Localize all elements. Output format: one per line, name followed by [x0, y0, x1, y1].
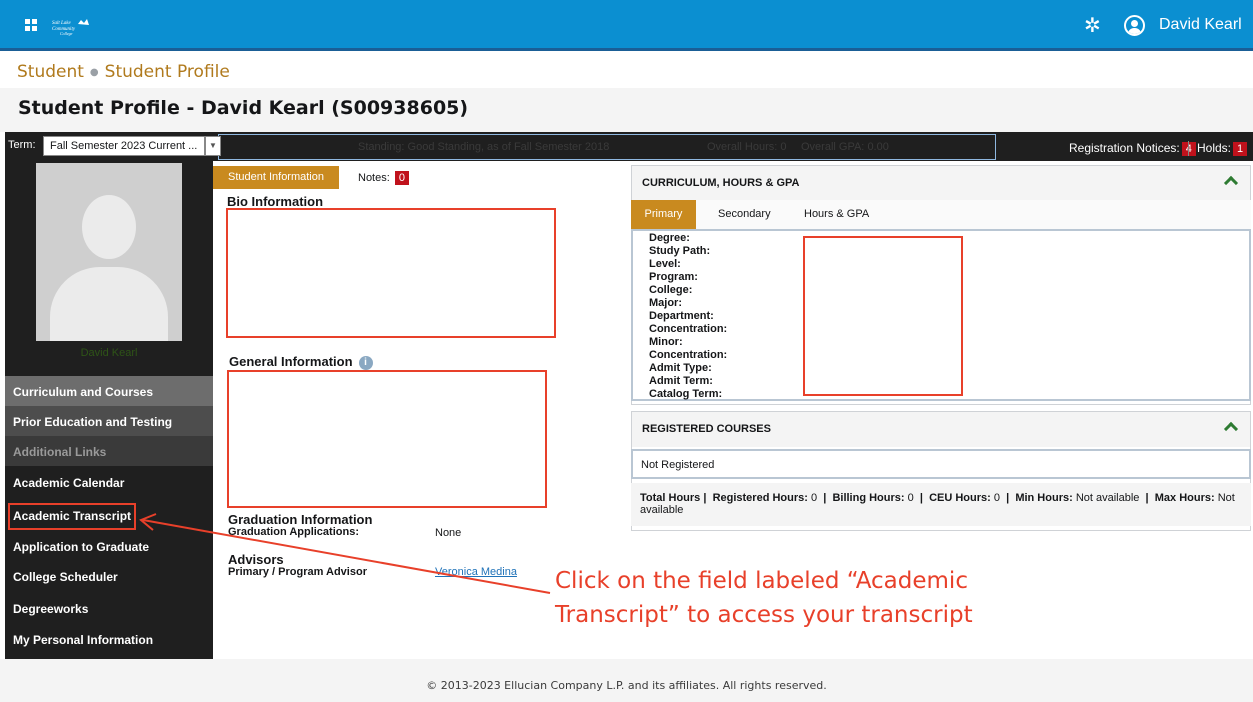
svg-text:College: College: [60, 31, 73, 36]
overall-gpa-label: Overall GPA:: [801, 141, 865, 153]
graduation-applications-value: None: [435, 527, 462, 539]
sidebar-item-additional-links: Additional Links: [5, 436, 213, 466]
svg-text:Salt Lake: Salt Lake: [52, 21, 72, 26]
min-hours-label: Min Hours:: [1015, 492, 1073, 504]
annotation-callout: Click on the field labeled “Academic Tra…: [555, 564, 1075, 632]
annotation-highlight-box: [8, 503, 136, 530]
sidebar-item-academic-calendar[interactable]: Academic Calendar: [5, 467, 213, 497]
not-registered-text: Not Registered: [631, 449, 1251, 479]
min-hours-value: Not available: [1075, 492, 1140, 504]
avatar: [36, 163, 182, 341]
redaction-box-general: [227, 370, 547, 508]
sidebar-item-application-to-graduate[interactable]: Application to Graduate: [5, 531, 213, 561]
max-hours-label: Max Hours:: [1154, 492, 1215, 504]
user-name[interactable]: David Kearl: [1159, 16, 1242, 34]
ceu-hours-label: CEU Hours:: [929, 492, 991, 504]
billing-hours-label: Billing Hours:: [832, 492, 905, 504]
top-navigation-bar: [0, 0, 1253, 51]
field-program: Program:: [649, 271, 698, 283]
field-level: Level:: [649, 258, 681, 270]
general-information-label: General Information: [229, 354, 353, 369]
gear-icon[interactable]: ✲: [1084, 16, 1101, 36]
user-circle-icon[interactable]: [1124, 15, 1145, 36]
registration-notices[interactable]: Registration Notices: 4: [1069, 141, 1196, 156]
tab-notes[interactable]: Notes: 0: [358, 171, 409, 185]
breadcrumb-student[interactable]: Student: [17, 62, 84, 82]
general-information-heading: General Information i: [229, 354, 373, 370]
overall-hours-label: Overall Hours:: [707, 141, 778, 153]
bio-information-heading: Bio Information: [227, 194, 324, 209]
overall-hours-value: 0: [780, 141, 787, 153]
field-degree: Degree:: [649, 232, 690, 244]
sidebar-item-college-scheduler[interactable]: College Scheduler: [5, 561, 213, 591]
overall-hours: Overall Hours: 0: [707, 141, 786, 153]
registered-hours-label: Registered Hours:: [712, 492, 808, 504]
total-hours-label: Total Hours |: [640, 492, 707, 504]
notes-badge: 0: [394, 171, 409, 185]
registered-courses-header[interactable]: REGISTERED COURSES: [632, 412, 1250, 447]
tab-secondary[interactable]: Secondary: [718, 208, 771, 220]
breadcrumb-student-profile[interactable]: Student Profile: [105, 62, 230, 82]
registration-notices-label: Registration Notices:: [1069, 141, 1180, 155]
hours-summary: Total Hours | Registered Hours: 0 | Bill…: [640, 492, 1235, 516]
holds-badge: 1: [1233, 142, 1248, 156]
grid-menu-icon[interactable]: [25, 19, 37, 31]
info-icon[interactable]: i: [358, 355, 373, 370]
chevron-up-icon[interactable]: [1223, 421, 1239, 437]
overall-gpa-value: 0.00: [867, 141, 889, 153]
sidebar-item-degreeworks[interactable]: Degreeworks: [5, 593, 213, 623]
registered-hours-value: 0: [810, 492, 818, 504]
term-label: Term:: [8, 139, 36, 151]
field-concentration-2: Concentration:: [649, 349, 728, 361]
registered-courses-heading: REGISTERED COURSES: [642, 423, 771, 435]
graduation-applications-label: Graduation Applications:: [228, 526, 359, 538]
ceu-hours-value: 0: [993, 492, 1000, 504]
sidebar-item-my-personal-information[interactable]: My Personal Information: [5, 624, 213, 654]
billing-hours-value: 0: [907, 492, 914, 504]
curriculum-panel-header[interactable]: CURRICULUM, HOURS & GPA: [632, 166, 1250, 201]
standing-label: Standing:: [358, 141, 405, 153]
field-study-path: Study Path:: [649, 245, 711, 257]
redaction-box-curriculum: [803, 236, 963, 396]
standing-value: Good Standing, as of Fall Semester 2018: [407, 141, 610, 153]
chevron-down-icon[interactable]: ▼: [205, 136, 221, 156]
breadcrumb-separator: ●: [89, 66, 99, 78]
holds-label: Holds:: [1197, 141, 1232, 155]
field-minor: Minor:: [649, 336, 683, 348]
advisors-heading: Advisors: [228, 552, 284, 567]
tab-student-information[interactable]: Student Information: [213, 166, 339, 189]
field-major: Major:: [649, 297, 682, 309]
sidebar-item-curriculum-and-courses[interactable]: Curriculum and Courses: [5, 376, 213, 406]
field-admit-term: Admit Term:: [649, 375, 713, 387]
advisor-name-link[interactable]: Veronica Medina: [435, 566, 517, 578]
tab-primary[interactable]: Primary: [631, 200, 696, 229]
notes-label: Notes:: [358, 172, 390, 184]
page-title: Student Profile - David Kearl (S00938605…: [18, 97, 469, 119]
curriculum-heading: CURRICULUM, HOURS & GPA: [642, 177, 800, 189]
overall-gpa: Overall GPA: 0.00: [801, 141, 889, 153]
field-concentration: Concentration:: [649, 323, 728, 335]
term-select[interactable]: Fall Semester 2023 Current ...: [43, 136, 205, 156]
callout-line-1: Click on the field labeled “Academic: [555, 568, 968, 594]
field-catalog-term: Catalog Term:: [649, 388, 723, 400]
graduation-information-heading: Graduation Information: [228, 512, 373, 527]
holds[interactable]: Holds: 1: [1188, 141, 1248, 156]
student-name-link[interactable]: David Kearl: [0, 347, 218, 359]
primary-advisor-label: Primary / Program Advisor: [228, 566, 367, 578]
field-department: Department:: [649, 310, 714, 322]
tab-hours-gpa[interactable]: Hours & GPA: [804, 208, 869, 220]
copyright-text: © 2013-2023 Ellucian Company L.P. and it…: [426, 679, 827, 692]
callout-line-2: Transcript” to access your transcript: [555, 602, 973, 628]
college-logo[interactable]: Salt Lake Community College: [50, 16, 90, 36]
breadcrumb: Student ● Student Profile: [17, 62, 230, 82]
chevron-up-icon[interactable]: [1223, 175, 1239, 191]
redaction-box-bio: [226, 208, 556, 338]
standing-text: Standing: Good Standing, as of Fall Seme…: [358, 141, 609, 153]
sidebar-item-prior-education[interactable]: Prior Education and Testing: [5, 406, 213, 436]
field-college: College:: [649, 284, 693, 296]
field-admit-type: Admit Type:: [649, 362, 712, 374]
